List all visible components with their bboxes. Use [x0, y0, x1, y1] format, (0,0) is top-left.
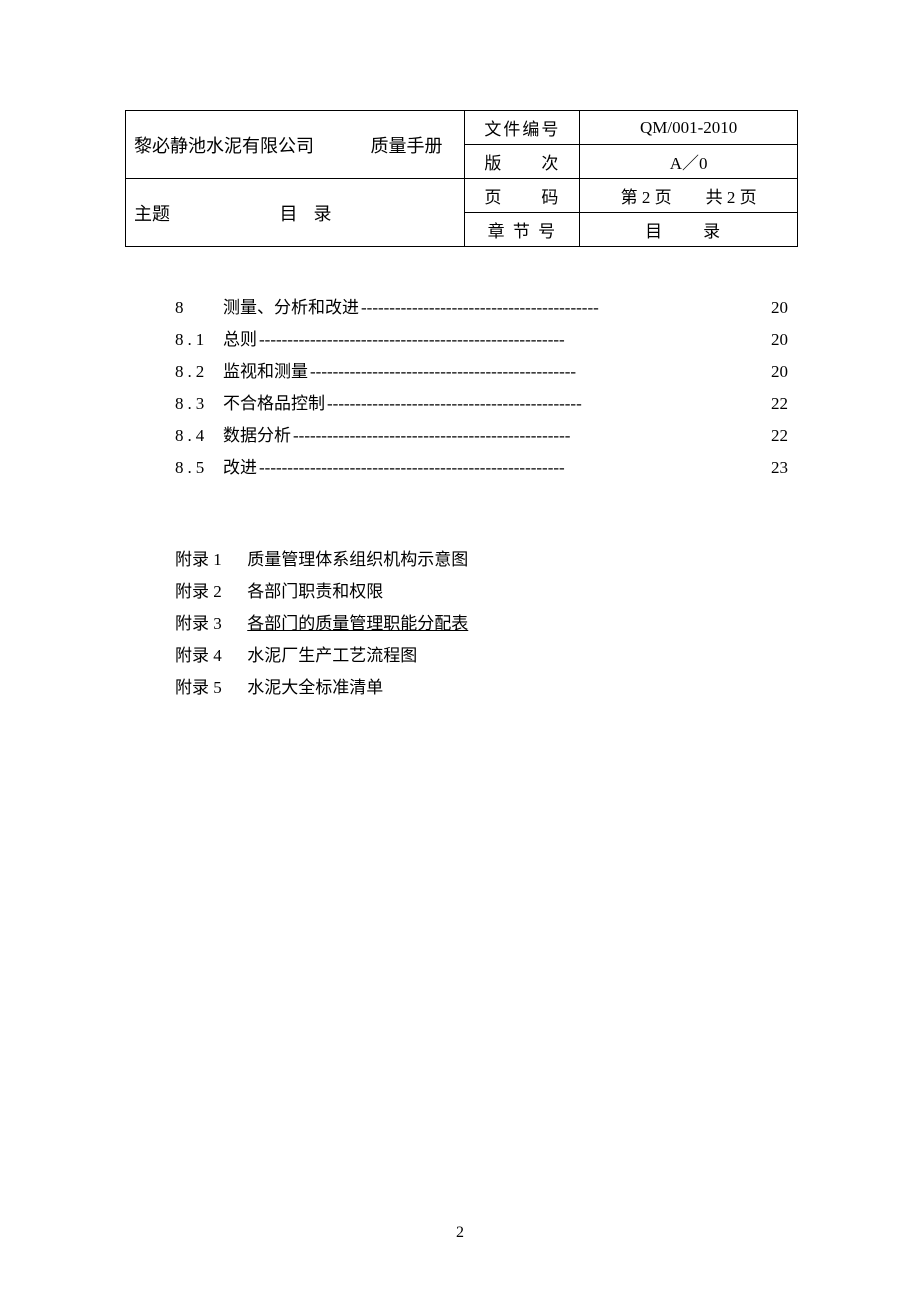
toc-leader: ----------------------------------------…	[359, 292, 771, 324]
appendix-num: 附录 1	[175, 544, 243, 576]
toc-entry: 8.2 监视和测量 ------------------------------…	[175, 356, 788, 388]
toc-title: 监视和测量	[223, 356, 308, 388]
toc-title: 测量、分析和改进	[223, 292, 359, 324]
toc-page: 22	[771, 388, 788, 420]
toc-num: 8	[175, 292, 223, 324]
section-label: 章 节 号	[465, 213, 580, 247]
appendix-num: 附录 5	[175, 672, 243, 704]
toc-leader: ----------------------------------------…	[257, 324, 771, 356]
doc-no-label: 文件编号	[465, 111, 580, 145]
version-value: A／0	[580, 145, 798, 179]
toc-title: 总则	[223, 324, 257, 356]
toc-title: 数据分析	[223, 420, 291, 452]
toc-page: 22	[771, 420, 788, 452]
appendix-entry: 附录 3 各部门的质量管理职能分配表	[175, 608, 798, 640]
topic-label: 主题	[134, 200, 170, 226]
appendix-num: 附录 2	[175, 576, 243, 608]
toc-entry: 8.5 改进 ---------------------------------…	[175, 452, 788, 484]
toc-leader: ----------------------------------------…	[325, 388, 771, 420]
appendix-title: 各部门职责和权限	[247, 582, 383, 601]
toc-title: 改进	[223, 452, 257, 484]
company-name: 黎必静池水泥有限公司	[134, 132, 314, 158]
toc-entry: 8.3 不合格品控制 -----------------------------…	[175, 388, 788, 420]
toc-section: 8 测量、分析和改进 -----------------------------…	[125, 292, 798, 484]
company-cell: 黎必静池水泥有限公司 质量手册	[126, 111, 465, 179]
toc-num: 8.1	[175, 324, 223, 356]
toc-num: 8.3	[175, 388, 223, 420]
appendix-entry: 附录 4 水泥厂生产工艺流程图	[175, 640, 798, 672]
section-value: 目 录	[580, 213, 798, 247]
appendix-num: 附录 3	[175, 608, 243, 640]
page-value: 第 2 页 共 2 页	[580, 179, 798, 213]
toc-title: 不合格品控制	[223, 388, 325, 420]
appendix-title: 各部门的质量管理职能分配表	[247, 614, 468, 633]
toc-page: 23	[771, 452, 788, 484]
toc-entry: 8.4 数据分析 -------------------------------…	[175, 420, 788, 452]
toc-leader: ----------------------------------------…	[257, 452, 771, 484]
appendix-title: 质量管理体系组织机构示意图	[247, 550, 468, 569]
manual-title: 质量手册	[371, 132, 443, 158]
appendix-title: 水泥厂生产工艺流程图	[247, 646, 417, 665]
document-header-table: 黎必静池水泥有限公司 质量手册 文件编号 QM/001-2010 版 次 A／0…	[125, 110, 798, 247]
doc-no-value: QM/001-2010	[580, 111, 798, 145]
version-label: 版 次	[465, 145, 580, 179]
toc-leader: ----------------------------------------…	[291, 420, 771, 452]
toc-num: 8.4	[175, 420, 223, 452]
appendix-entry: 附录 1 质量管理体系组织机构示意图	[175, 544, 798, 576]
page-label: 页 码	[465, 179, 580, 213]
toc-leader: ----------------------------------------…	[308, 356, 771, 388]
footer-page-number: 2	[0, 1224, 920, 1242]
appendix-entry: 附录 2 各部门职责和权限	[175, 576, 798, 608]
toc-page: 20	[771, 324, 788, 356]
toc-num: 8.5	[175, 452, 223, 484]
topic-cell: 主题 目录	[126, 179, 465, 247]
appendix-entry: 附录 5 水泥大全标准清单	[175, 672, 798, 704]
appendix-title: 水泥大全标准清单	[247, 678, 383, 697]
toc-num: 8.2	[175, 356, 223, 388]
toc-page: 20	[771, 292, 788, 324]
toc-entry: 8 测量、分析和改进 -----------------------------…	[175, 292, 788, 324]
appendix-num: 附录 4	[175, 640, 243, 672]
toc-page: 20	[771, 356, 788, 388]
topic-value: 目录	[280, 200, 348, 226]
appendix-section: 附录 1 质量管理体系组织机构示意图 附录 2 各部门职责和权限 附录 3 各部…	[125, 544, 798, 704]
toc-entry: 8.1 总则 ---------------------------------…	[175, 324, 788, 356]
